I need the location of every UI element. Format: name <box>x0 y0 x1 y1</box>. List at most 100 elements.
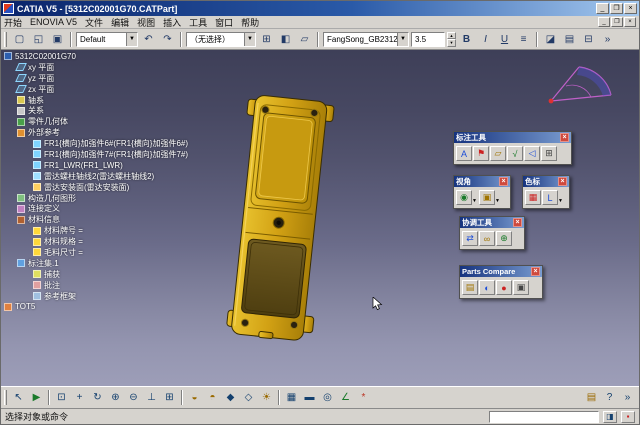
tree-item-reference-frame[interactable]: 参考框架 <box>33 291 188 302</box>
close-icon[interactable]: × <box>499 177 508 186</box>
tree-item-external-references[interactable]: 外部参考 <box>17 127 188 138</box>
catalog-icon[interactable]: ▤ <box>583 389 600 406</box>
compare-result-icon[interactable]: ◐ <box>479 280 495 295</box>
quick-hide-icon[interactable]: ◒ <box>186 389 203 406</box>
menu-window[interactable]: 窗口 <box>215 16 233 29</box>
view-mode-icon[interactable]: ◪ <box>542 31 559 48</box>
magnifier-icon[interactable]: ◎ <box>319 389 336 406</box>
datum-feature-icon[interactable]: ▱ <box>490 146 506 161</box>
chevron-down-icon[interactable]: ▼ <box>472 198 477 204</box>
minimize-button[interactable]: _ <box>596 3 609 14</box>
zoom-in-icon[interactable]: ⊕ <box>107 389 124 406</box>
power-input-icon[interactable]: ◨ <box>603 411 617 423</box>
save-icon[interactable]: ▣ <box>49 31 66 48</box>
open-compare-icon[interactable]: ▤ <box>462 280 478 295</box>
mdi-close-button[interactable]: × <box>624 17 636 27</box>
chevron-down-icon[interactable]: ▼ <box>126 33 137 46</box>
menu-edit[interactable]: 编辑 <box>111 16 129 29</box>
chevron-down-icon[interactable]: ▼ <box>495 198 500 204</box>
toolbar-grip[interactable] <box>4 32 7 47</box>
shading-icon[interactable]: ◆ <box>222 389 239 406</box>
compass-origin[interactable] <box>549 99 554 104</box>
weld-symbol-icon[interactable]: ◁ <box>524 146 540 161</box>
tree-item-relations[interactable]: 关系 <box>17 105 188 116</box>
mdi-restore-button[interactable]: ❐ <box>611 17 623 27</box>
tree-item-partbody[interactable]: 零件几何体 <box>17 116 188 127</box>
tree-item-fr1-stiffener7[interactable]: FR1{横向}加强件7#(FR1{横向}加强件7#) <box>33 149 188 160</box>
toolbar-title-bar[interactable]: 色标 × <box>523 176 569 187</box>
layer-filter-icon[interactable]: ▤ <box>561 31 578 48</box>
tree-item-blank-size[interactable]: 毛料尺寸 = <box>33 247 188 258</box>
pan-icon[interactable]: + <box>71 389 88 406</box>
tree-item-material-spec[interactable]: 材料规格 = <box>33 236 188 247</box>
roughness-symbol-icon[interactable]: √ <box>507 146 523 161</box>
menu-help[interactable]: 帮助 <box>241 16 259 29</box>
menu-insert[interactable]: 插入 <box>163 16 181 29</box>
tree-item-radar-mount-surface[interactable]: 雷达安装面(雷达安装面) <box>33 182 188 193</box>
close-icon[interactable]: × <box>560 133 569 142</box>
close-button[interactable]: × <box>624 3 637 14</box>
toolbar-title-bar[interactable]: 协调工具 × <box>460 217 524 228</box>
underline-icon[interactable]: U <box>496 31 513 48</box>
spin-down-icon[interactable]: ▼ <box>447 39 456 47</box>
spin-up-icon[interactable]: ▲ <box>447 32 456 40</box>
color-map-icon[interactable]: ▦ <box>525 190 541 205</box>
annotation-plane-icon[interactable]: ▱ <box>296 31 313 48</box>
new-document-icon[interactable]: ▢ <box>11 31 28 48</box>
link-icon[interactable]: ∞ <box>479 231 495 246</box>
rotate-icon[interactable]: ↻ <box>89 389 106 406</box>
save-compare-icon[interactable]: ▣ <box>513 280 529 295</box>
align-text-icon[interactable]: ≡ <box>515 31 532 48</box>
selection-combo[interactable]: （无选择） ▼ <box>186 32 256 47</box>
frame-grid-icon[interactable]: ⊞ <box>541 146 557 161</box>
italic-icon[interactable]: I <box>477 31 494 48</box>
toolbar-title-bar[interactable]: 标注工具 × <box>454 132 571 143</box>
workbench-combo[interactable]: Default ▼ <box>76 32 138 47</box>
tree-item-fr1-stiffener6[interactable]: FR1{横向}加强件6#(FR1{横向}加强件6#) <box>33 138 188 149</box>
tree-item-material-info[interactable]: 材料信息 <box>17 214 188 225</box>
close-icon[interactable]: × <box>558 177 567 186</box>
fit-all-icon[interactable]: ⊡ <box>53 389 70 406</box>
menu-view[interactable]: 视图 <box>137 16 155 29</box>
tree-item-annotation-set[interactable]: 标注集.1 <box>17 258 188 269</box>
depth-effect-icon[interactable]: ▦ <box>283 389 300 406</box>
open-icon[interactable]: ◱ <box>30 31 47 48</box>
alert-icon[interactable]: ▪ <box>621 411 635 423</box>
more-tools-icon[interactable]: » <box>599 31 616 48</box>
flag-note-icon[interactable]: ⚑ <box>473 146 489 161</box>
undo-icon[interactable]: ↶ <box>140 31 157 48</box>
tree-item-connection-definition[interactable]: 连接定义 <box>17 203 188 214</box>
zoom-out-icon[interactable]: ⊖ <box>125 389 142 406</box>
close-icon[interactable]: × <box>531 267 540 276</box>
chevron-down-icon[interactable]: ▼ <box>397 33 408 46</box>
text-with-leader-icon[interactable]: A <box>456 146 472 161</box>
multi-view-icon[interactable]: ⊞ <box>161 389 178 406</box>
help-icon[interactable]: ? <box>601 389 618 406</box>
view-eye-icon[interactable]: ◉ <box>456 190 472 205</box>
part-3d-model[interactable] <box>201 90 361 360</box>
tree-item-radar-stud-axis[interactable]: 雷达螺柱轴线2(雷达螺柱轴线2) <box>33 171 188 182</box>
maximize-button[interactable]: ❐ <box>610 3 623 14</box>
tree-item-axis-systems[interactable]: 轴系 <box>17 95 188 106</box>
tree-item-root[interactable]: 5312C02001G70 <box>4 51 188 62</box>
viewport-3d[interactable]: 5312C02001G70 xy 平面 yz 平面 zx 平面 轴系 关系 零件… <box>1 50 639 386</box>
menu-tools[interactable]: 工具 <box>189 16 207 29</box>
tree-item-xy-plane[interactable]: xy 平面 <box>17 62 188 73</box>
difference-icon[interactable]: ● <box>496 280 512 295</box>
legend-icon[interactable]: L <box>542 190 558 205</box>
publish-icon[interactable]: ⊕ <box>496 231 512 246</box>
toolbar-title-bar[interactable]: Parts Compare × <box>460 266 542 277</box>
normal-view-icon[interactable]: ⊥ <box>143 389 160 406</box>
catalog-browser-icon[interactable]: ⊞ <box>258 31 275 48</box>
more-icon[interactable]: » <box>619 389 636 406</box>
compass-3d[interactable] <box>541 56 619 108</box>
apply-material-icon[interactable]: ◧ <box>277 31 294 48</box>
tree-item-zx-plane[interactable]: zx 平面 <box>17 84 188 95</box>
font-combo[interactable]: FangSong_GB2312 ▼ <box>323 32 409 47</box>
menu-start[interactable]: 开始 <box>4 16 22 29</box>
hide-show-icon[interactable]: ◓ <box>204 389 221 406</box>
chevron-down-icon[interactable]: ▼ <box>244 33 255 46</box>
ground-icon[interactable]: ▬ <box>301 389 318 406</box>
measure-icon[interactable]: ∠ <box>337 389 354 406</box>
menu-enovia[interactable]: ENOVIA V5 <box>30 17 77 27</box>
